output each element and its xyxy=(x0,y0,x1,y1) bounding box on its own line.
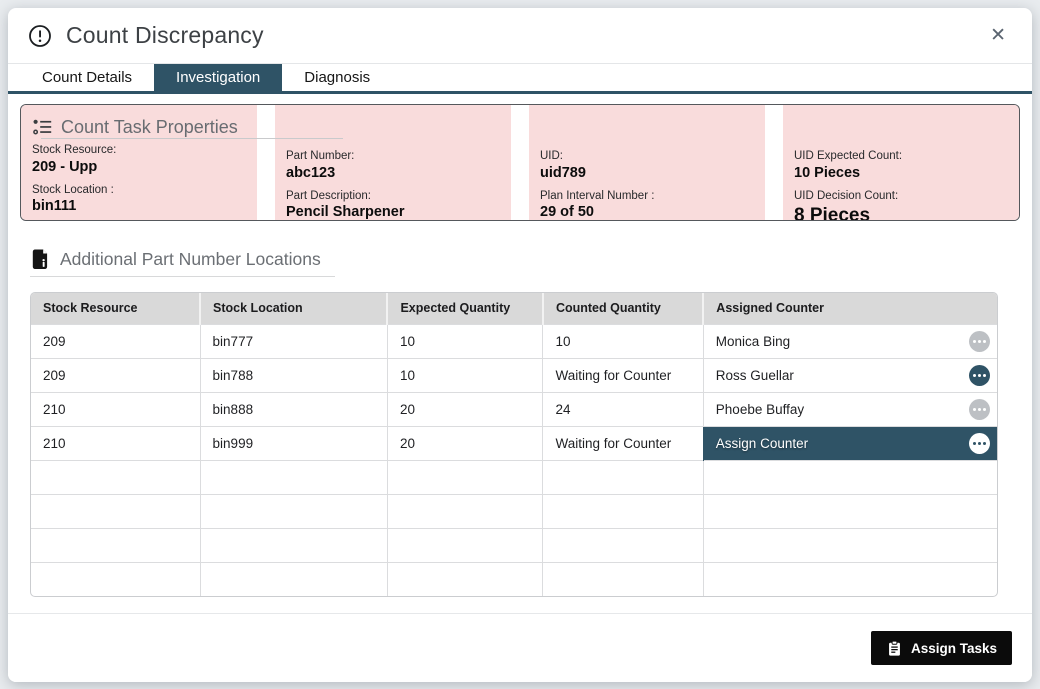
locations-section-title: Additional Part Number Locations xyxy=(60,249,321,270)
cell-expected-quantity: 20 xyxy=(387,426,543,460)
note-info-icon xyxy=(30,248,50,270)
tab-bar: Count Details Investigation Diagnosis xyxy=(8,64,1032,94)
modal-footer: Assign Tasks xyxy=(8,613,1032,682)
field-part-number: Part Number: abc123 xyxy=(286,149,503,184)
modal-header: Count Discrepancy ✕ xyxy=(8,8,1032,64)
col-header-expected-quantity: Expected Quantity xyxy=(387,293,543,324)
field-stock-location: Stock Location : bin111 xyxy=(32,183,249,218)
ellipsis-menu-icon[interactable] xyxy=(969,433,990,454)
list-icon xyxy=(32,117,52,137)
close-icon[interactable]: ✕ xyxy=(988,24,1008,47)
cell-stock-location: bin999 xyxy=(200,426,387,460)
cell-assigned-counter: Ross Guellar xyxy=(703,358,997,392)
cell-counted-quantity: Waiting for Counter xyxy=(543,426,703,460)
cell-stock-location: bin788 xyxy=(200,358,387,392)
empty-row xyxy=(31,562,997,596)
cell-stock-resource: 209 xyxy=(31,324,200,358)
cell-stock-resource: 210 xyxy=(31,426,200,460)
empty-row xyxy=(31,460,997,494)
table-row: 210 bin999 20 Waiting for Counter Assign… xyxy=(31,426,997,460)
col-header-counted-quantity: Counted Quantity xyxy=(543,293,703,324)
cell-stock-resource: 210 xyxy=(31,392,200,426)
col-header-stock-resource: Stock Resource xyxy=(31,293,200,324)
cell-assign-counter-highlighted[interactable]: Assign Counter xyxy=(703,426,997,460)
field-plan-interval-number: Plan Interval Number : 29 of 50 xyxy=(540,189,757,222)
empty-row xyxy=(31,494,997,528)
field-uid: UID: uid789 xyxy=(540,149,757,184)
locations-table: Stock Resource Stock Location Expected Q… xyxy=(30,292,998,597)
table-row: 209 bin788 10 Waiting for Counter Ross G… xyxy=(31,358,997,392)
field-uid-expected-count: UID Expected Count: 10 Pieces xyxy=(794,149,1011,184)
clipboard-icon xyxy=(886,640,903,657)
cell-counted-quantity: 10 xyxy=(543,324,703,358)
locations-section-header: Additional Part Number Locations xyxy=(30,248,1020,270)
count-discrepancy-modal: Count Discrepancy ✕ Count Details Invest… xyxy=(8,8,1032,682)
table-row: 210 bin888 20 24 Phoebe Buffay xyxy=(31,392,997,426)
cell-assigned-counter: Phoebe Buffay xyxy=(703,392,997,426)
assign-tasks-button[interactable]: Assign Tasks xyxy=(871,631,1012,665)
col-header-assigned-counter: Assigned Counter xyxy=(703,293,997,324)
properties-section-title: Count Task Properties xyxy=(61,117,238,138)
cell-expected-quantity: 10 xyxy=(387,358,543,392)
empty-row xyxy=(31,528,997,562)
table-header-row: Stock Resource Stock Location Expected Q… xyxy=(31,293,997,324)
field-stock-resource: Stock Resource: 209 - Upp xyxy=(32,143,249,178)
section-underline xyxy=(30,276,335,277)
modal-content: Count Task Properties Stock Resource: 20… xyxy=(8,94,1032,597)
tab-investigation[interactable]: Investigation xyxy=(154,64,282,91)
ellipsis-menu-icon[interactable] xyxy=(969,331,990,352)
count-task-properties-panel: Count Task Properties Stock Resource: 20… xyxy=(20,104,1020,221)
alert-circle-icon xyxy=(28,24,52,48)
tab-count-details[interactable]: Count Details xyxy=(20,64,154,91)
table-row: 209 bin777 10 10 Monica Bing xyxy=(31,324,997,358)
ellipsis-menu-icon[interactable] xyxy=(969,399,990,420)
cell-stock-resource: 209 xyxy=(31,358,200,392)
section-underline xyxy=(41,138,343,139)
cell-stock-location: bin777 xyxy=(200,324,387,358)
modal-title: Count Discrepancy xyxy=(66,22,264,49)
field-part-description: Part Description: Pencil Sharpener xyxy=(286,189,503,222)
cell-assigned-counter: Monica Bing xyxy=(703,324,997,358)
cell-stock-location: bin888 xyxy=(200,392,387,426)
col-header-stock-location: Stock Location xyxy=(200,293,387,324)
cell-expected-quantity: 20 xyxy=(387,392,543,426)
field-uid-decision-count: UID Decision Count: 8 Pieces xyxy=(794,189,1011,222)
cell-expected-quantity: 10 xyxy=(387,324,543,358)
ellipsis-menu-icon[interactable] xyxy=(969,365,990,386)
cell-counted-quantity: 24 xyxy=(543,392,703,426)
tab-diagnosis[interactable]: Diagnosis xyxy=(282,64,392,91)
cell-counted-quantity: Waiting for Counter xyxy=(543,358,703,392)
